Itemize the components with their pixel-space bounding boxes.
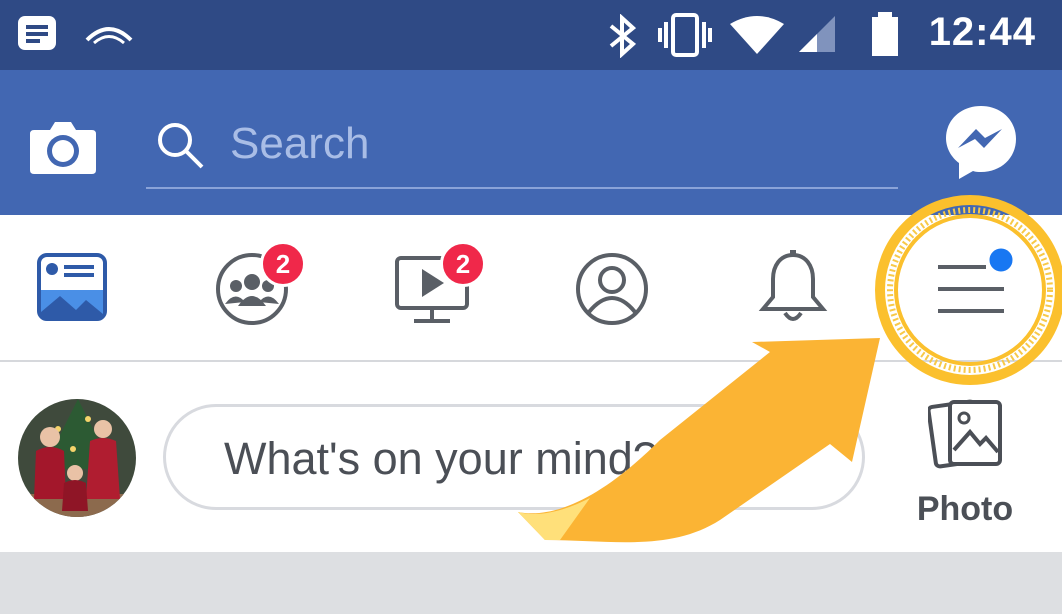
avatar[interactable] xyxy=(18,399,136,517)
status-bar: 12:44 xyxy=(0,0,1062,70)
photo-label: Photo xyxy=(916,490,1014,528)
profile-icon xyxy=(576,253,648,325)
groups-badge: 2 xyxy=(260,241,306,287)
search-input[interactable]: Search xyxy=(146,103,898,189)
cast-icon xyxy=(85,27,133,45)
clock: 12:44 xyxy=(928,10,1036,54)
messenger-icon[interactable] xyxy=(944,103,1018,181)
photo-button[interactable]: Photo xyxy=(910,398,1020,528)
feed-divider xyxy=(0,552,1062,614)
avatar-photo xyxy=(18,399,136,517)
watch-badge: 2 xyxy=(440,241,486,287)
signal-icon xyxy=(799,16,835,52)
bluetooth-icon xyxy=(609,14,637,58)
tab-notifications[interactable] xyxy=(720,215,866,360)
search-icon xyxy=(158,123,204,169)
tab-profile[interactable] xyxy=(540,215,686,360)
notification-icon xyxy=(18,16,56,50)
composer-prompt: What's on your mind? xyxy=(224,433,658,484)
photo-icon xyxy=(928,399,1002,469)
menu-notification-dot xyxy=(986,245,1016,275)
whats-on-your-mind-input[interactable]: What's on your mind? xyxy=(163,404,865,510)
news-feed-icon xyxy=(37,253,107,321)
nav-bar: 2 2 xyxy=(0,215,1062,362)
vibrate-icon xyxy=(658,13,712,57)
search-placeholder: Search xyxy=(230,119,370,168)
tab-groups[interactable]: 2 xyxy=(180,215,326,360)
tab-watch[interactable]: 2 xyxy=(360,215,506,360)
bell-icon xyxy=(758,250,828,321)
wifi-icon xyxy=(730,16,784,54)
camera-icon[interactable] xyxy=(28,118,98,176)
battery-icon xyxy=(872,12,898,56)
tab-news-feed[interactable] xyxy=(0,215,146,360)
tab-menu[interactable] xyxy=(900,215,1046,360)
